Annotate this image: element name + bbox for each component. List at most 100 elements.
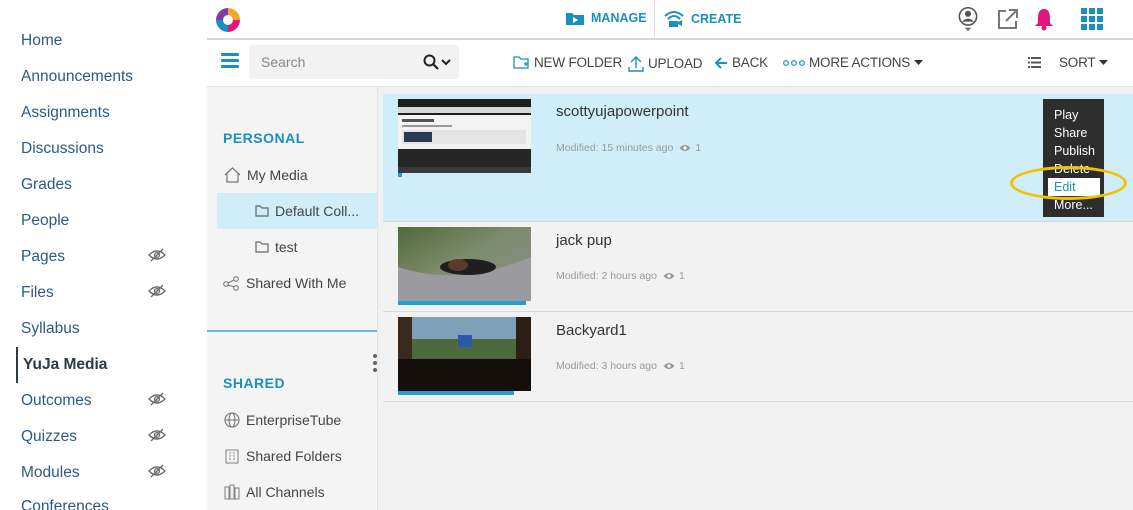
nav-item-home[interactable]: Home [21,32,62,50]
nav-item-people[interactable]: People [21,212,69,230]
view-count-value: 1 [695,142,702,154]
shared-section-title: SHARED [223,375,286,391]
search-options-button[interactable] [423,53,457,71]
nav-item-assignments[interactable]: Assignments [21,104,110,122]
new-folder-button[interactable]: NEW FOLDER [513,55,622,70]
nav-item-label: Grades [21,176,72,193]
search-box [249,45,459,79]
external-link-icon[interactable] [995,6,1021,32]
media-title[interactable]: scottyujapowerpoint [556,103,689,120]
search-icon [423,54,439,70]
more-actions-button[interactable]: MORE ACTIONS [783,55,924,70]
nav-item-label: Modules [21,464,80,481]
modified-time: Modified: 2 hours ago [556,270,657,282]
all-channels-item[interactable]: All Channels [224,474,325,510]
nav-item-pages[interactable]: Pages [21,248,65,266]
test-folder-item[interactable]: test [255,229,298,265]
list-view-icon[interactable] [1028,57,1041,68]
nav-item-announcements[interactable]: Announcements [21,68,133,86]
back-button[interactable]: BACK [715,55,768,70]
notification-bell-icon[interactable] [1031,6,1057,32]
view-count: 1 [679,142,701,154]
eye-icon [663,273,675,279]
create-tab[interactable]: CREATE [663,10,741,28]
folder-icon [255,241,269,253]
watch-progress-bar [398,391,514,395]
hamburger-menu-icon[interactable] [221,53,239,69]
publish-menu-item[interactable]: Publish [1043,142,1104,160]
video-thumbnail[interactable] [398,99,531,173]
nav-item-conferences[interactable]: Conferences [21,498,109,510]
video-thumbnail[interactable] [398,317,531,391]
course-navigation: Home Announcements Assignments Discussio… [0,0,207,510]
default-collection-item[interactable]: Default Coll... [217,193,377,229]
apps-grid-icon[interactable] [1079,6,1105,32]
hidden-eye-icon [148,464,166,478]
enterprise-tube-label: EnterpriseTube [246,412,342,428]
nav-item-grades[interactable]: Grades [21,176,72,194]
default-collection-label: Default Coll... [275,203,360,219]
view-count-value: 1 [678,270,685,282]
arrow-left-icon [715,56,727,69]
media-list: scottyujapowerpoint Modified: 15 minutes… [377,87,1133,510]
manage-tab[interactable]: MANAGE [565,10,647,26]
view-count: 1 [663,270,685,282]
share-menu-item[interactable]: Share [1043,124,1104,142]
nav-item-label: Conferences [21,498,109,510]
broadcast-icon [664,11,684,27]
backyard-video-thumbnail-image [398,317,531,391]
modified-time: Modified: 3 hours ago [556,360,657,372]
more-actions-label: MORE ACTIONS [809,55,911,70]
nav-item-outcomes[interactable]: Outcomes [21,392,92,410]
nav-item-quizzes[interactable]: Quizzes [21,428,77,446]
nav-item-discussions[interactable]: Discussions [21,140,104,158]
media-meta: Modified: 3 hours ago 1 [556,360,685,372]
annotation-highlight-ring [1010,166,1127,200]
my-media-label: My Media [247,167,308,183]
yuja-logo-icon[interactable] [213,5,243,35]
hidden-eye-icon [148,284,166,298]
personal-section-title: PERSONAL [223,130,305,146]
media-item[interactable]: scottyujapowerpoint Modified: 15 minutes… [383,94,1133,222]
upload-label: UPLOAD [648,56,703,71]
more-dots-icon [783,59,805,66]
sort-button[interactable]: SORT [1059,55,1109,70]
search-input[interactable] [249,45,419,79]
media-item[interactable]: jack pup Modified: 2 hours ago 1 [383,222,1133,312]
create-label: CREATE [691,12,742,26]
hidden-eye-icon [148,428,166,442]
topbar-divider [654,0,655,38]
nav-item-label: Outcomes [21,392,92,409]
my-media-item[interactable]: My Media [224,157,308,193]
view-count: 1 [663,360,685,372]
channels-icon [224,484,240,500]
building-icon [225,449,239,464]
shared-with-me-item[interactable]: Shared With Me [223,265,346,301]
sort-label: SORT [1059,55,1096,70]
powerpoint-thumbnail-image [398,99,531,173]
library-panel: PERSONAL My Media Default Coll... test S… [207,87,377,510]
enterprise-tube-item[interactable]: EnterpriseTube [224,402,341,438]
media-title[interactable]: Backyard1 [556,322,627,339]
video-thumbnail[interactable] [398,227,531,301]
new-folder-label: NEW FOLDER [534,55,623,70]
upload-icon [628,56,644,72]
shared-folders-item[interactable]: Shared Folders [224,438,342,474]
hidden-eye-icon [148,248,166,262]
caret-down-icon [1099,59,1109,65]
nav-item-modules[interactable]: Modules [21,464,80,482]
upload-button[interactable]: UPLOAD [628,55,703,72]
play-menu-item[interactable]: Play [1043,106,1104,124]
media-item[interactable]: Backyard1 Modified: 3 hours ago 1 [383,312,1133,402]
yuja-media-app: MANAGE CREATE NEW FOLDER [207,0,1133,510]
nav-item-label: Announcements [21,68,134,85]
media-meta: Modified: 2 hours ago 1 [556,270,685,282]
user-profile-icon[interactable] [955,6,981,32]
home-icon [224,167,241,183]
nav-item-label: Syllabus [21,320,80,337]
nav-item-yuja-media[interactable]: YuJa Media [16,347,107,383]
nav-item-label: Home [21,32,63,49]
nav-item-files[interactable]: Files [21,284,54,302]
nav-item-syllabus[interactable]: Syllabus [21,320,80,338]
media-title[interactable]: jack pup [556,232,612,249]
